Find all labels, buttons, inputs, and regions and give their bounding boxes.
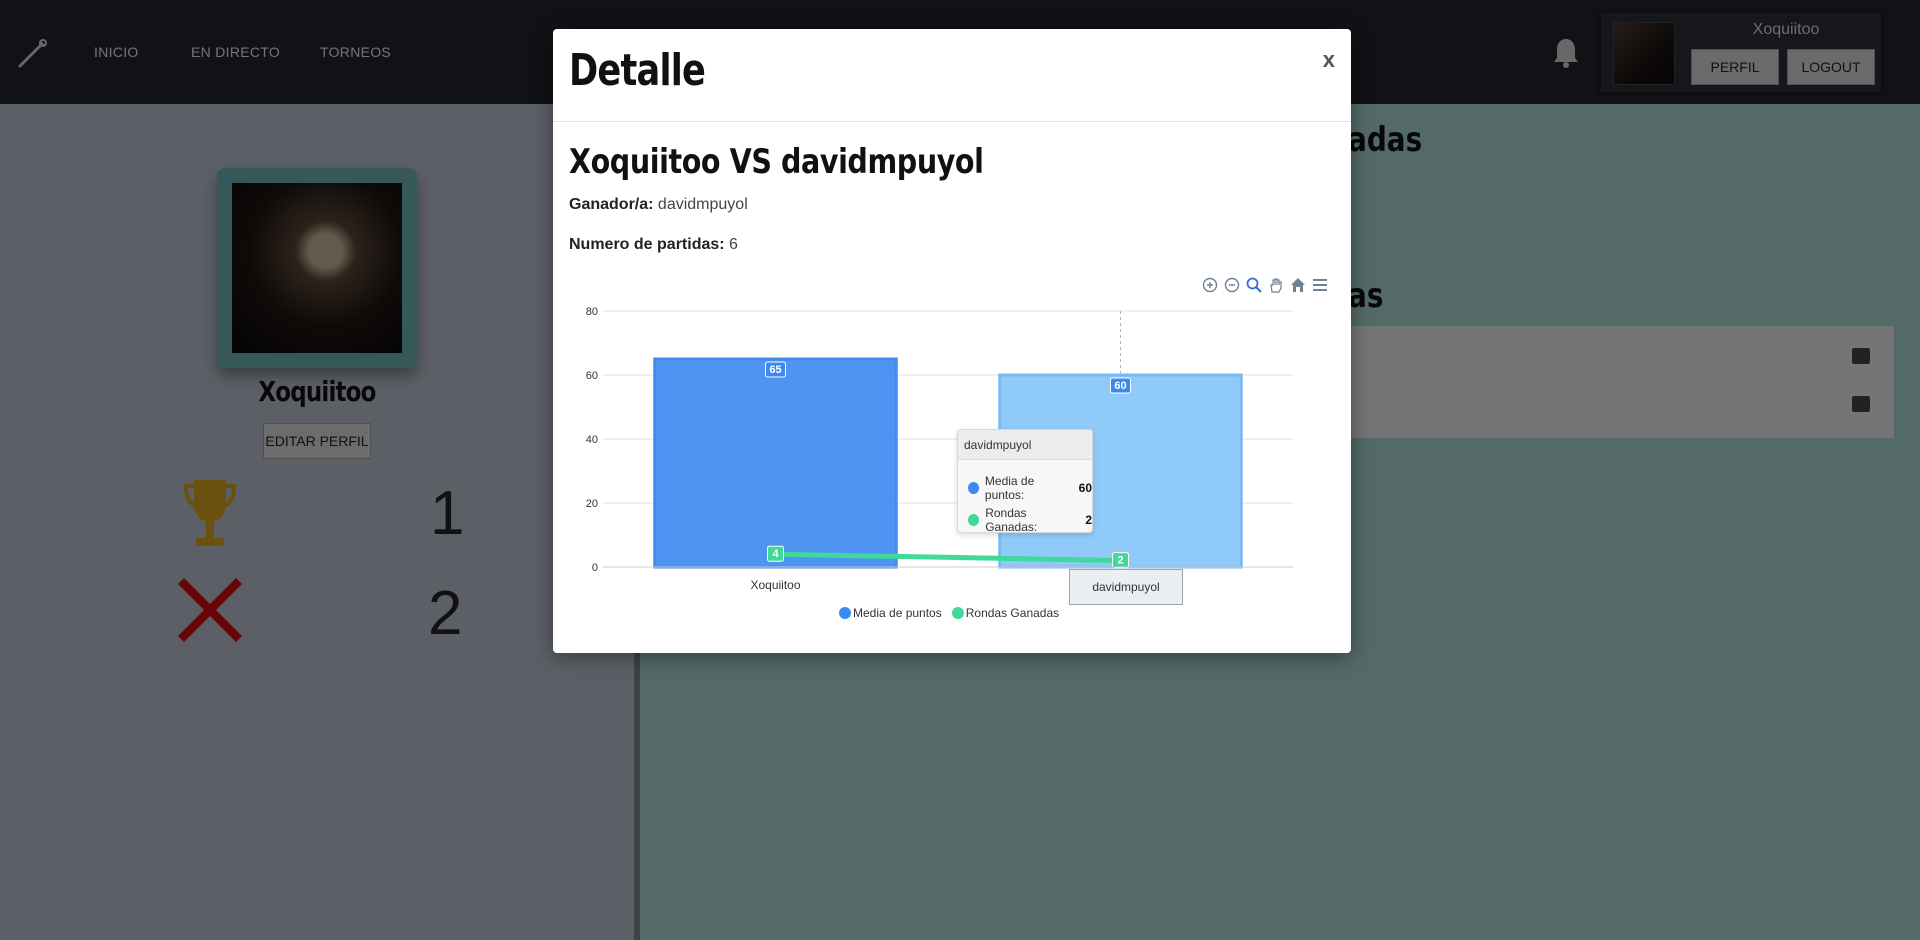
tooltip-dot bbox=[968, 514, 980, 526]
bar-data-label: 65 bbox=[769, 364, 781, 376]
y-tick-label: 20 bbox=[586, 498, 598, 510]
bar bbox=[653, 357, 898, 569]
line-data-label: 2 bbox=[1117, 555, 1123, 567]
legend-label: Media de puntos bbox=[853, 606, 942, 620]
y-tick-label: 60 bbox=[586, 370, 598, 382]
legend-item[interactable]: Rondas Ganadas bbox=[951, 606, 1060, 620]
y-tick-label: 0 bbox=[592, 562, 598, 574]
chart-tooltip: davidmpuyol Media de puntos: 60 Rondas G… bbox=[957, 429, 1093, 534]
x-axis-hover-label: davidmpuyol bbox=[1069, 569, 1183, 605]
tooltip-row: Media de puntos: 60 bbox=[968, 474, 1092, 502]
y-tick-label: 80 bbox=[586, 306, 598, 318]
tooltip-value: 60 bbox=[1078, 481, 1092, 495]
chart: 0 20 40 60 80 65 60 4 2 Xoquiitoo bbox=[586, 306, 1293, 592]
tooltip-value: 2 bbox=[1085, 513, 1092, 527]
line-data-label: 4 bbox=[772, 548, 779, 560]
tooltip-title: davidmpuyol bbox=[958, 430, 1092, 460]
bar-data-label: 60 bbox=[1114, 380, 1126, 392]
x-tick-label: Xoquiitoo bbox=[750, 578, 800, 592]
tooltip-row: Rondas Ganadas: 2 bbox=[968, 506, 1092, 534]
detail-modal: Detalle x Xoquiitoo VS davidmpuyol Ganad… bbox=[553, 29, 1351, 653]
chart-legend: Media de puntos Rondas Ganadas bbox=[839, 606, 1059, 620]
tooltip-label: Media de puntos: bbox=[984, 474, 1035, 502]
tooltip-dot bbox=[968, 482, 979, 494]
legend-marker bbox=[839, 607, 851, 619]
legend-marker bbox=[951, 607, 964, 619]
y-tick-label: 40 bbox=[586, 434, 598, 446]
legend-label: Rondas Ganadas bbox=[965, 606, 1060, 620]
tooltip-label: Rondas Ganadas: bbox=[985, 506, 1038, 534]
legend-item[interactable]: Media de puntos bbox=[839, 606, 942, 620]
